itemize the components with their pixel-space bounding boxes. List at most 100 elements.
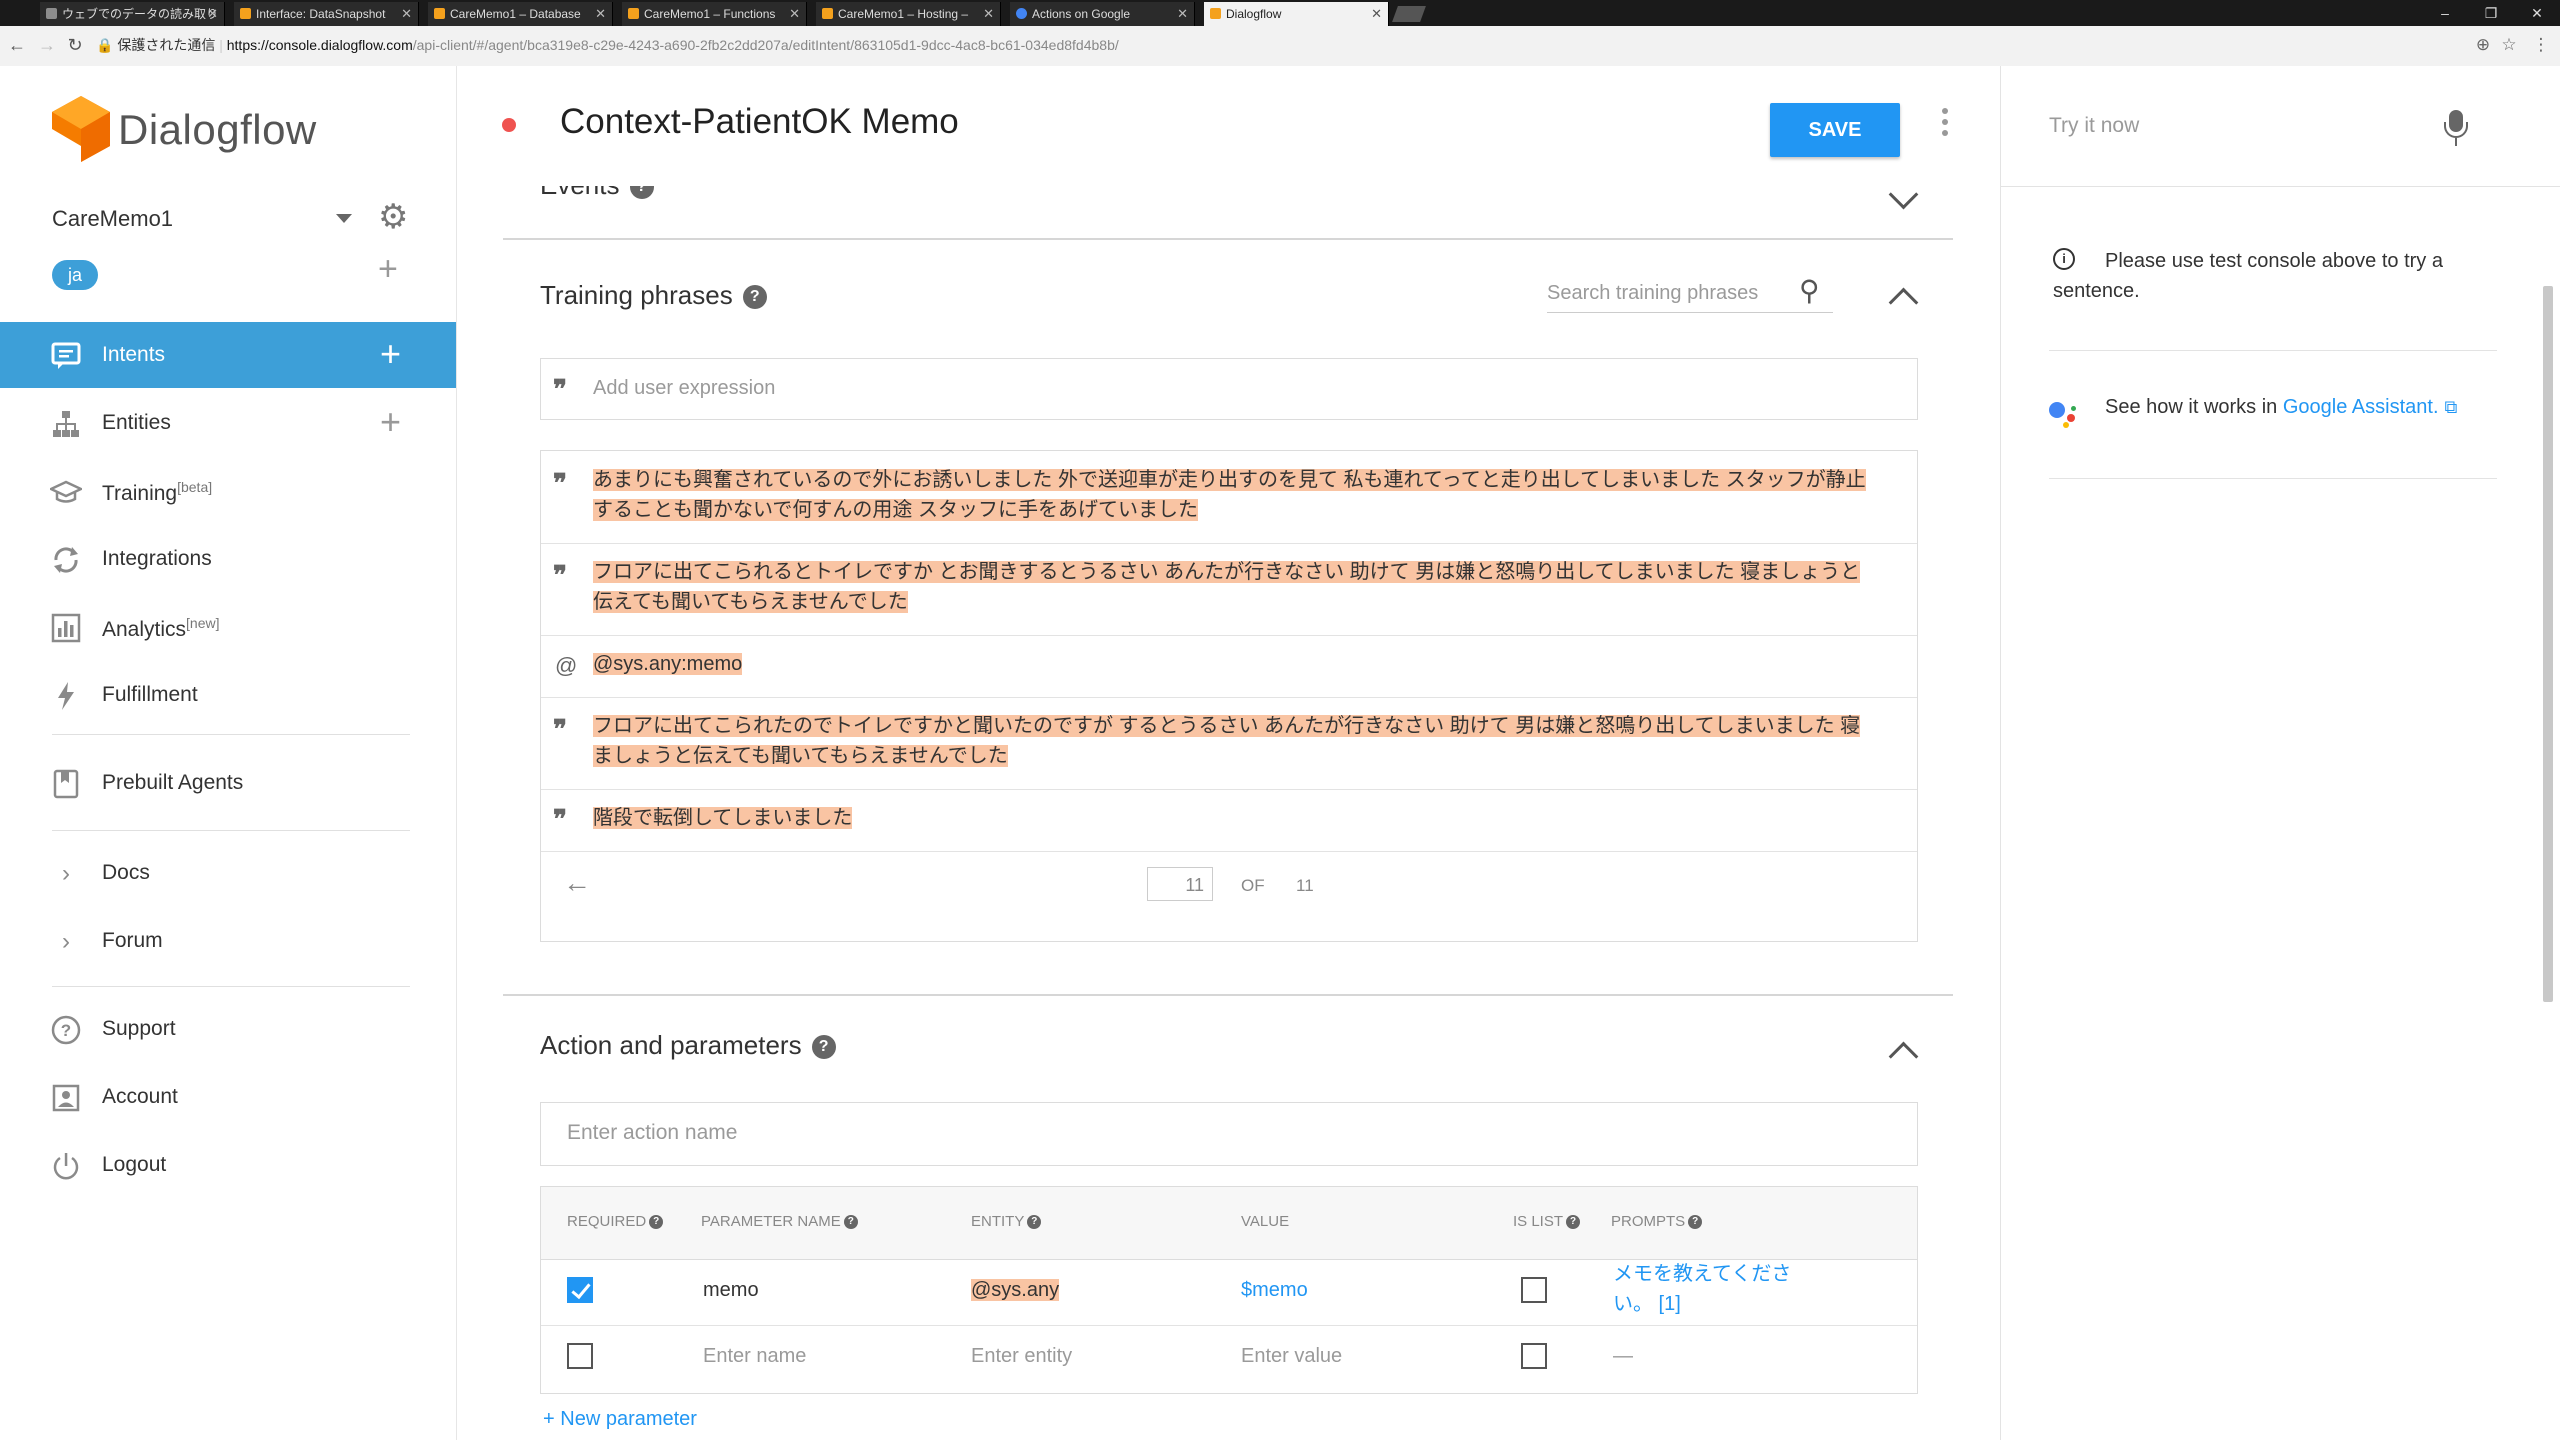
browser-tab[interactable]: ウェブでのデータの読み取り ✕ — [40, 2, 225, 26]
help-icon[interactable]: ? — [1566, 1215, 1581, 1230]
sidebar-item-docs[interactable]: › Docs — [0, 840, 456, 906]
parameters-table-header: REQUIRED? PARAMETER NAME? ENTITY? VALUE … — [541, 1187, 1917, 1260]
help-icon[interactable]: ? — [811, 1035, 836, 1060]
sidebar-item-analytics[interactable]: Analytics[new] — [0, 594, 456, 660]
sidebar-item-fulfillment[interactable]: Fulfillment — [0, 662, 456, 728]
restore-icon[interactable]: ❐ — [2468, 0, 2514, 26]
help-icon[interactable]: ? — [649, 1215, 664, 1230]
sidebar-item-entities[interactable]: Entities + — [0, 390, 456, 456]
lock-icon: 🔒 — [96, 37, 114, 53]
save-button[interactable]: SAVE — [1770, 103, 1900, 157]
parameter-name[interactable]: memo — [703, 1279, 759, 1302]
search-icon[interactable]: ⚲ — [1799, 274, 1820, 307]
training-phrase-text[interactable]: フロアに出てこられるとトイレですか とお聞きするとうるさい あんたが行きなさい … — [593, 561, 1861, 613]
tab-close-icon[interactable]: ✕ — [595, 2, 606, 26]
reload-icon[interactable]: ↻ — [64, 34, 86, 56]
help-icon[interactable]: ? — [1027, 1215, 1042, 1230]
tab-close-icon[interactable]: ✕ — [789, 2, 800, 26]
help-icon[interactable]: ? — [629, 186, 654, 200]
page-scrollbar[interactable] — [2543, 286, 2553, 1002]
sidebar-item-support[interactable]: ? Support — [0, 996, 456, 1062]
tab-favicon-icon — [434, 8, 445, 19]
tab-close-icon[interactable]: ✕ — [1371, 2, 1382, 26]
back-icon[interactable]: ← — [6, 34, 28, 56]
sidebar-item-label: Docs — [102, 861, 150, 884]
add-entity-icon[interactable]: + — [380, 404, 401, 440]
new-tab-button[interactable] — [1392, 6, 1426, 22]
quote-icon: ❞ — [553, 561, 567, 591]
page-number-input[interactable]: 11 — [1147, 867, 1213, 901]
intent-title[interactable]: Context-PatientOK Memo — [560, 102, 959, 142]
parameter-name-input[interactable]: Enter name — [703, 1345, 806, 1368]
sidebar-item-logout[interactable]: Logout — [0, 1132, 456, 1198]
template-phrase-text[interactable]: @sys.any:memo — [593, 653, 743, 675]
sidebar-item-training[interactable]: Training[beta] — [0, 458, 456, 524]
help-icon[interactable]: ? — [843, 1215, 858, 1230]
gear-icon[interactable]: ⚙ — [378, 200, 408, 234]
browser-tab[interactable]: CareMemo1 – Database ✕ — [428, 2, 613, 26]
add-intent-icon[interactable]: + — [380, 336, 401, 372]
parameter-entity[interactable]: @sys.any — [971, 1279, 1060, 1301]
parameter-value-input[interactable]: Enter value — [1241, 1345, 1342, 1368]
quote-icon: ❞ — [553, 469, 567, 499]
tab-close-icon[interactable]: ✕ — [207, 2, 218, 26]
parameter-prompts-link[interactable]: メモを教えてください。 [1] — [1613, 1259, 1803, 1319]
close-window-icon[interactable]: ✕ — [2514, 0, 2560, 26]
sidebar-item-intents[interactable]: Intents + — [0, 322, 456, 388]
browser-tab[interactable]: CareMemo1 – Hosting – ✕ — [816, 2, 1001, 26]
required-checkbox[interactable] — [567, 1277, 593, 1303]
bookmark-star-icon[interactable]: ☆ — [2498, 34, 2520, 56]
microphone-icon[interactable] — [2444, 110, 2468, 138]
language-chip[interactable]: ja — [52, 260, 98, 290]
sidebar-item-forum[interactable]: › Forum — [0, 908, 456, 974]
chevron-down-icon[interactable] — [1888, 186, 1919, 210]
tab-close-icon[interactable]: ✕ — [1177, 2, 1188, 26]
external-link-icon[interactable]: ⧉ — [2445, 397, 2458, 418]
browser-menu-icon[interactable]: ⋮ — [2530, 34, 2552, 56]
tab-close-icon[interactable]: ✕ — [401, 2, 412, 26]
add-user-expression-input[interactable]: ❞ Add user expression — [540, 358, 1918, 420]
google-assistant-link[interactable]: Google Assistant. — [2283, 396, 2439, 418]
chevron-up-icon[interactable] — [1888, 287, 1919, 318]
agent-selector[interactable]: CareMemo1 — [52, 206, 173, 232]
intent-editor: Events? Training phrases? Search trainin… — [457, 186, 2000, 1440]
sidebar-item-integrations[interactable]: Integrations — [0, 526, 456, 592]
events-section-title[interactable]: Events? — [540, 186, 654, 201]
sidebar-item-prebuilt-agents[interactable]: Prebuilt Agents — [0, 750, 456, 816]
quote-icon: ❞ — [553, 715, 567, 745]
more-vert-icon[interactable] — [1935, 108, 1955, 148]
is-list-checkbox[interactable] — [1521, 1343, 1547, 1369]
minimize-icon[interactable]: – — [2422, 0, 2468, 26]
training-phrase-search[interactable]: Search training phrases ⚲ — [1547, 274, 1833, 313]
quote-icon: ❞ — [553, 805, 567, 835]
parameter-entity-input[interactable]: Enter entity — [971, 1345, 1072, 1368]
browser-tab[interactable]: Actions on Google ✕ — [1010, 2, 1195, 26]
help-icon[interactable]: ? — [1688, 1215, 1703, 1230]
chevron-up-icon[interactable] — [1888, 1041, 1919, 1072]
try-it-now-input[interactable]: Try it now — [2001, 66, 2560, 187]
new-parameter-link[interactable]: + New parameter — [543, 1408, 697, 1431]
add-language-icon[interactable]: + — [378, 252, 398, 286]
required-checkbox[interactable] — [567, 1343, 593, 1369]
browser-tab-active[interactable]: Dialogflow ✕ — [1204, 2, 1389, 26]
arrow-left-icon[interactable]: ← — [563, 867, 591, 899]
url-field[interactable]: 🔒 保護された通信 | https://console.dialogflow.c… — [96, 32, 2456, 58]
training-phrase-text[interactable]: 階段で転倒してしまいました — [593, 807, 853, 829]
forward-icon[interactable]: → — [36, 34, 58, 56]
sidebar-item-account[interactable]: Account — [0, 1064, 456, 1130]
training-phrase-text[interactable]: フロアに出てこられたのでトイレですかと聞いたのですが するとうるさい あんたが行… — [593, 715, 1861, 767]
zoom-icon[interactable]: ⊕ — [2472, 34, 2494, 56]
is-list-checkbox[interactable] — [1521, 1277, 1547, 1303]
action-name-input[interactable]: Enter action name — [540, 1102, 1918, 1166]
parameter-value[interactable]: $memo — [1241, 1279, 1308, 1302]
dialogflow-logo-icon[interactable] — [52, 96, 110, 162]
browser-tab[interactable]: Interface: DataSnapshot ✕ — [234, 2, 419, 26]
url-path: /api-client/#/agent/bca319e8-c29e-4243-a… — [412, 37, 1119, 53]
tab-close-icon[interactable]: ✕ — [983, 2, 994, 26]
caret-down-icon[interactable] — [336, 214, 352, 223]
power-icon — [53, 1153, 79, 1180]
help-icon[interactable]: ? — [742, 285, 767, 310]
sidebar-item-label: Integrations — [102, 547, 212, 570]
browser-tab[interactable]: CareMemo1 – Functions ✕ — [622, 2, 807, 26]
training-phrase-text[interactable]: あまりにも興奮されているので外にお誘いしました 外で送迎車が走り出すのを見て 私… — [593, 469, 1866, 521]
